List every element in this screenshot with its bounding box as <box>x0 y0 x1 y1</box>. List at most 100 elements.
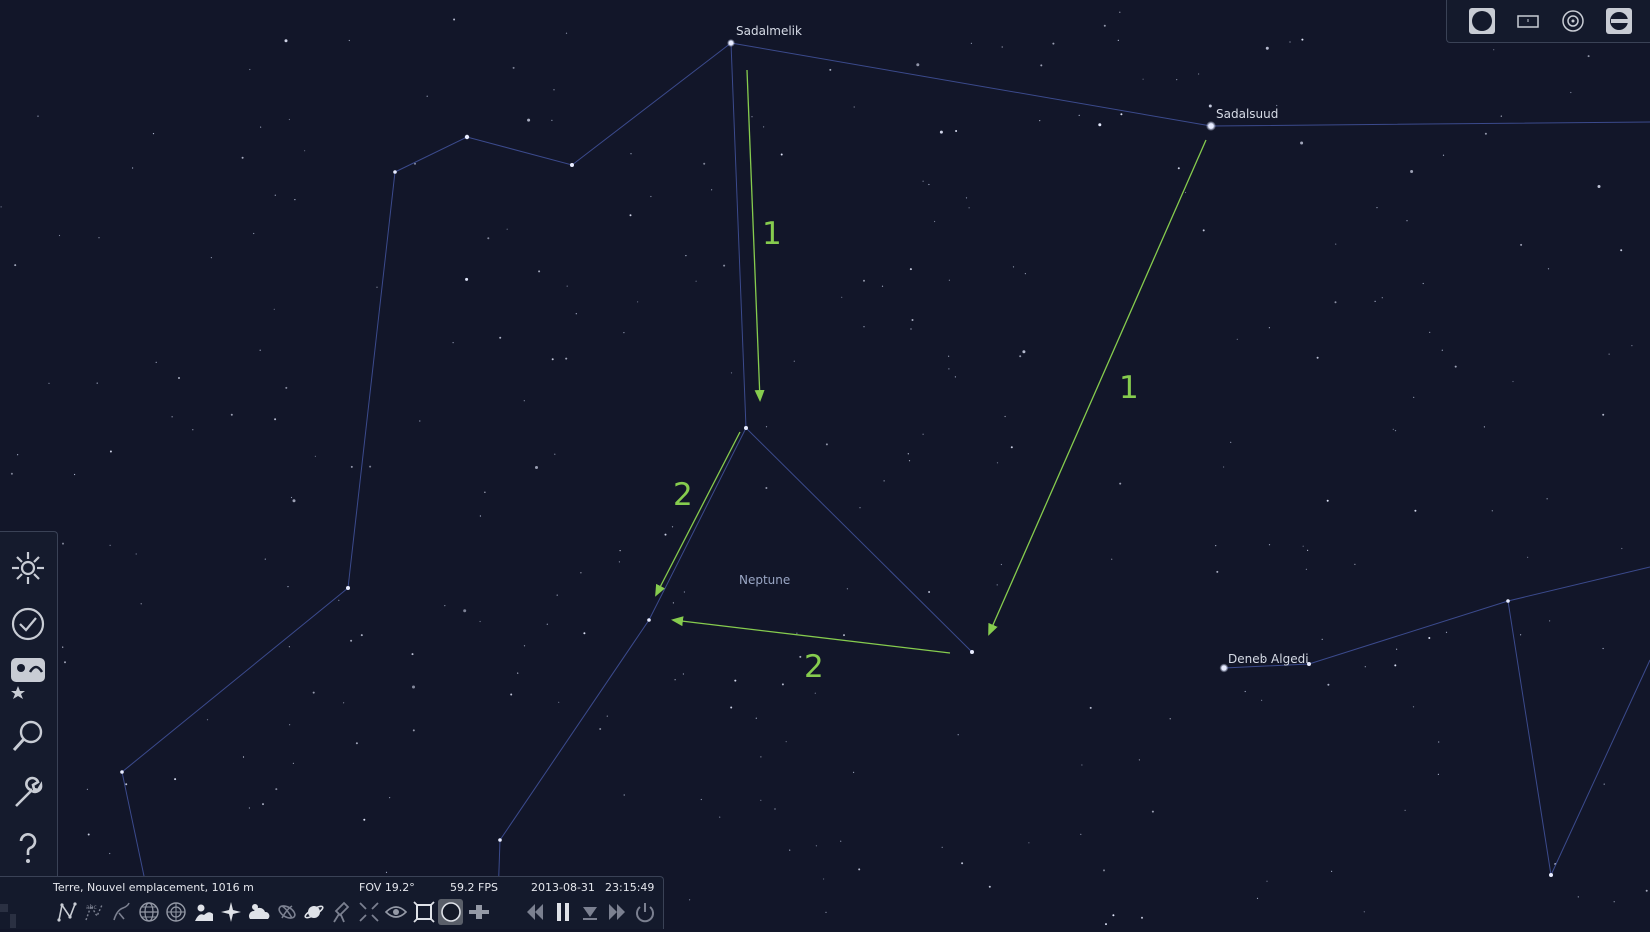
field-star <box>556 594 558 596</box>
field-star <box>369 465 372 468</box>
field-star <box>1527 556 1529 558</box>
star-label-sadalmelik[interactable]: Sadalmelik <box>736 24 802 38</box>
field-star <box>312 691 315 694</box>
planet-label-neptune[interactable]: Neptune <box>739 573 790 587</box>
field-star <box>294 199 296 201</box>
field-star <box>86 788 88 791</box>
field-star <box>957 734 959 736</box>
field-star <box>916 63 920 67</box>
field-star <box>846 588 849 590</box>
satellite-icon[interactable] <box>466 899 491 925</box>
rectangle-icon[interactable] <box>1513 6 1543 36</box>
constellation-art-icon[interactable] <box>108 899 133 925</box>
field-star <box>723 264 726 267</box>
field-star <box>506 228 508 230</box>
field-star <box>484 491 486 493</box>
sky-display-icon[interactable] <box>6 546 50 590</box>
field-star <box>664 533 667 536</box>
field-star <box>192 429 194 431</box>
field-star <box>452 342 454 344</box>
field-star <box>210 257 212 259</box>
quit-icon[interactable] <box>632 899 657 925</box>
center-on-selection-icon[interactable] <box>356 899 381 925</box>
field-star <box>841 296 843 298</box>
constellation-lines-icon[interactable] <box>54 899 79 925</box>
field-star <box>825 443 828 446</box>
sky-view[interactable]: Sadalmelik Sadalsuud Deneb Algedi Neptun… <box>0 0 1650 928</box>
field-star <box>1429 331 1431 333</box>
configuration-icon[interactable] <box>6 770 50 814</box>
field-star <box>1441 349 1443 351</box>
star-label-sadalsuud[interactable]: Sadalsuud <box>1216 107 1278 121</box>
equatorial-mount-icon[interactable] <box>328 899 353 925</box>
field-star <box>755 717 757 719</box>
field-star <box>411 653 414 656</box>
help-icon[interactable] <box>6 826 50 870</box>
field-star <box>314 455 316 457</box>
field-star <box>1406 220 1408 222</box>
ground-icon[interactable] <box>191 899 216 925</box>
fullscreen-icon[interactable] <box>411 899 436 925</box>
field-star <box>527 118 531 122</box>
field-star <box>1301 38 1304 41</box>
field-star <box>285 386 288 389</box>
constellation-lines <box>121 42 1650 928</box>
field-star <box>419 420 421 422</box>
left-side-panel <box>0 531 58 888</box>
field-star <box>512 66 515 69</box>
atmosphere-icon[interactable] <box>246 899 271 925</box>
field-star <box>763 126 765 128</box>
field-star <box>1081 764 1083 766</box>
field-star <box>948 368 950 370</box>
field-star <box>1374 300 1376 302</box>
real-time-icon[interactable] <box>577 899 602 925</box>
field-star <box>1010 446 1013 449</box>
field-star <box>703 162 706 165</box>
field-star <box>637 301 639 303</box>
field-star <box>934 220 936 223</box>
field-star <box>259 349 261 351</box>
deep-sky-icon[interactable] <box>274 899 299 925</box>
field-star <box>1392 428 1394 430</box>
star-label-deneb-algedi[interactable]: Deneb Algedi <box>1228 652 1309 666</box>
field-star <box>109 544 111 546</box>
field-star <box>453 18 456 21</box>
field-star <box>274 194 276 196</box>
field-star <box>954 376 957 378</box>
constellation-labels-icon[interactable]: abc <box>81 899 106 925</box>
field-star <box>287 586 289 588</box>
field-star <box>74 473 76 476</box>
field-star <box>538 270 541 273</box>
equatorial-grid-icon[interactable] <box>136 899 161 925</box>
fast-forward-icon[interactable] <box>604 899 629 925</box>
search-icon[interactable] <box>6 714 50 758</box>
target-icon[interactable] <box>1558 6 1588 36</box>
field-star <box>911 319 914 321</box>
planet-labels-icon[interactable] <box>301 899 326 925</box>
field-star <box>171 416 173 418</box>
oculars-icon[interactable] <box>438 899 463 925</box>
date-time-icon[interactable] <box>6 602 50 646</box>
field-star <box>781 683 784 686</box>
field-star <box>551 358 554 361</box>
cardinal-points-icon[interactable] <box>218 899 243 925</box>
field-star <box>1266 880 1268 882</box>
field-star <box>174 778 177 781</box>
field-star <box>1177 167 1180 170</box>
field-star <box>843 634 845 637</box>
sky-viewing-options-icon[interactable] <box>6 656 50 700</box>
field-star <box>815 845 818 847</box>
field-star <box>248 807 250 809</box>
rewind-icon[interactable] <box>522 899 547 925</box>
night-mode-icon[interactable] <box>383 899 408 925</box>
field-star <box>1276 104 1278 107</box>
azimuthal-grid-icon[interactable] <box>163 899 188 925</box>
pause-icon[interactable] <box>550 899 575 925</box>
ocular-icon[interactable] <box>1604 6 1634 36</box>
field-star <box>928 183 930 186</box>
field-star <box>1454 365 1457 368</box>
field-star <box>948 279 951 281</box>
circle-filled-icon[interactable] <box>1467 6 1497 36</box>
field-star <box>1603 783 1605 785</box>
field-star <box>1334 301 1337 304</box>
